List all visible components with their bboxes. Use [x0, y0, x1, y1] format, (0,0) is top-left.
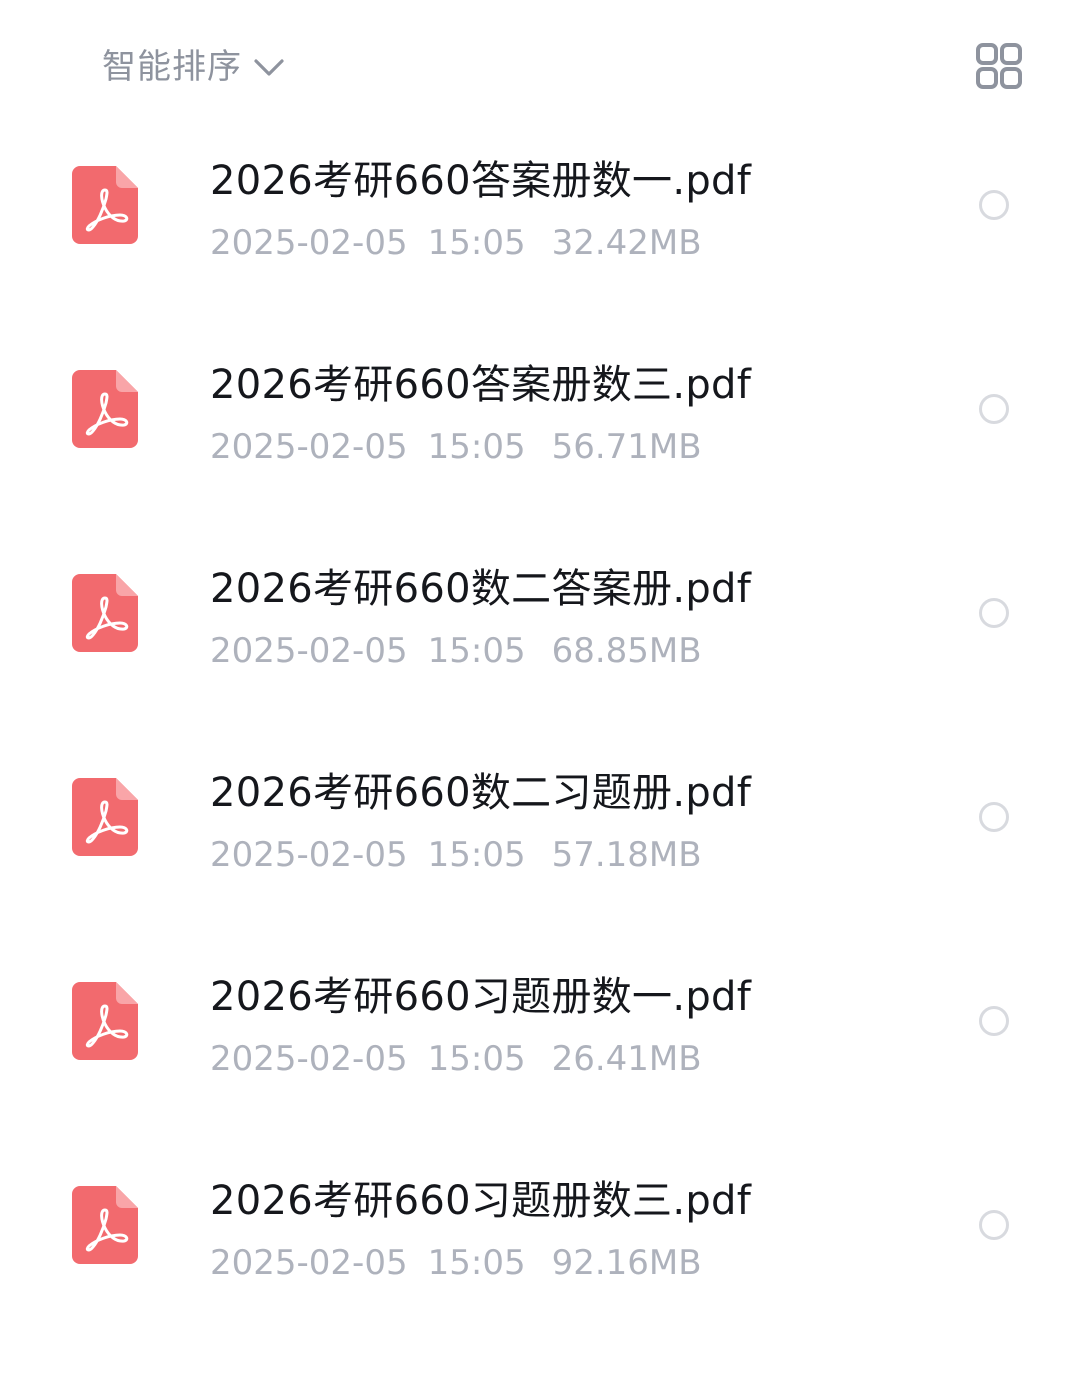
select-radio[interactable]: [979, 190, 1009, 220]
pdf-file-icon: [72, 982, 138, 1060]
file-size: 26.41MB: [551, 1039, 702, 1079]
file-meta: 2025-02-05 15:05 92.16MB: [210, 1240, 702, 1286]
pdf-file-icon: [72, 778, 138, 856]
select-radio[interactable]: [979, 598, 1009, 628]
select-radio[interactable]: [979, 802, 1009, 832]
file-time: 15:05: [427, 427, 526, 467]
file-size: 68.85MB: [551, 631, 702, 671]
file-size: 56.71MB: [551, 427, 702, 467]
file-row[interactable]: 2026考研660数二习题册.pdf 2025-02-05 15:05 57.1…: [0, 716, 1080, 920]
file-meta: 2025-02-05 15:05 32.42MB: [210, 220, 702, 266]
file-date: 2025-02-05: [210, 631, 408, 671]
select-radio[interactable]: [979, 1210, 1009, 1240]
file-meta: 2025-02-05 15:05 56.71MB: [210, 424, 702, 470]
file-size: 32.42MB: [551, 223, 702, 263]
select-radio[interactable]: [979, 394, 1009, 424]
pdf-file-icon: [72, 574, 138, 652]
sort-dropdown[interactable]: 智能排序: [102, 44, 286, 90]
file-row[interactable]: 2026考研660习题册数三.pdf 2025-02-05 15:05 92.1…: [0, 1124, 1080, 1328]
file-name: 2026考研660习题册数三.pdf: [210, 1178, 752, 1224]
file-time: 15:05: [427, 835, 526, 875]
file-row[interactable]: 2026考研660答案册数一.pdf 2025-02-05 15:05 32.4…: [0, 104, 1080, 308]
file-meta: 2025-02-05 15:05 68.85MB: [210, 628, 702, 674]
file-date: 2025-02-05: [210, 835, 408, 875]
chevron-down-icon: [254, 59, 284, 76]
file-time: 15:05: [427, 1039, 526, 1079]
file-time: 15:05: [427, 223, 526, 263]
file-name: 2026考研660习题册数一.pdf: [210, 974, 752, 1020]
file-size: 92.16MB: [551, 1243, 702, 1283]
file-name: 2026考研660答案册数一.pdf: [210, 158, 752, 204]
file-row[interactable]: 2026考研660答案册数三.pdf 2025-02-05 15:05 56.7…: [0, 308, 1080, 512]
file-row[interactable]: 2026考研660数二答案册.pdf 2025-02-05 15:05 68.8…: [0, 512, 1080, 716]
select-radio[interactable]: [979, 1006, 1009, 1036]
file-date: 2025-02-05: [210, 427, 408, 467]
file-row[interactable]: 2026考研660习题册数一.pdf 2025-02-05 15:05 26.4…: [0, 920, 1080, 1124]
file-name: 2026考研660答案册数三.pdf: [210, 362, 752, 408]
file-size: 57.18MB: [551, 835, 702, 875]
file-date: 2025-02-05: [210, 223, 408, 263]
pdf-file-icon: [72, 1186, 138, 1264]
sort-label: 智能排序: [102, 47, 242, 87]
file-name: 2026考研660数二习题册.pdf: [210, 770, 752, 816]
grid-view-icon[interactable]: [975, 42, 1023, 90]
file-list: 2026考研660答案册数一.pdf 2025-02-05 15:05 32.4…: [0, 100, 1080, 1328]
pdf-file-icon: [72, 370, 138, 448]
file-meta: 2025-02-05 15:05 57.18MB: [210, 832, 702, 878]
file-name: 2026考研660数二答案册.pdf: [210, 566, 752, 612]
file-meta: 2025-02-05 15:05 26.41MB: [210, 1036, 702, 1082]
file-time: 15:05: [427, 1243, 526, 1283]
file-time: 15:05: [427, 631, 526, 671]
pdf-file-icon: [72, 166, 138, 244]
file-date: 2025-02-05: [210, 1243, 408, 1283]
file-date: 2025-02-05: [210, 1039, 408, 1079]
